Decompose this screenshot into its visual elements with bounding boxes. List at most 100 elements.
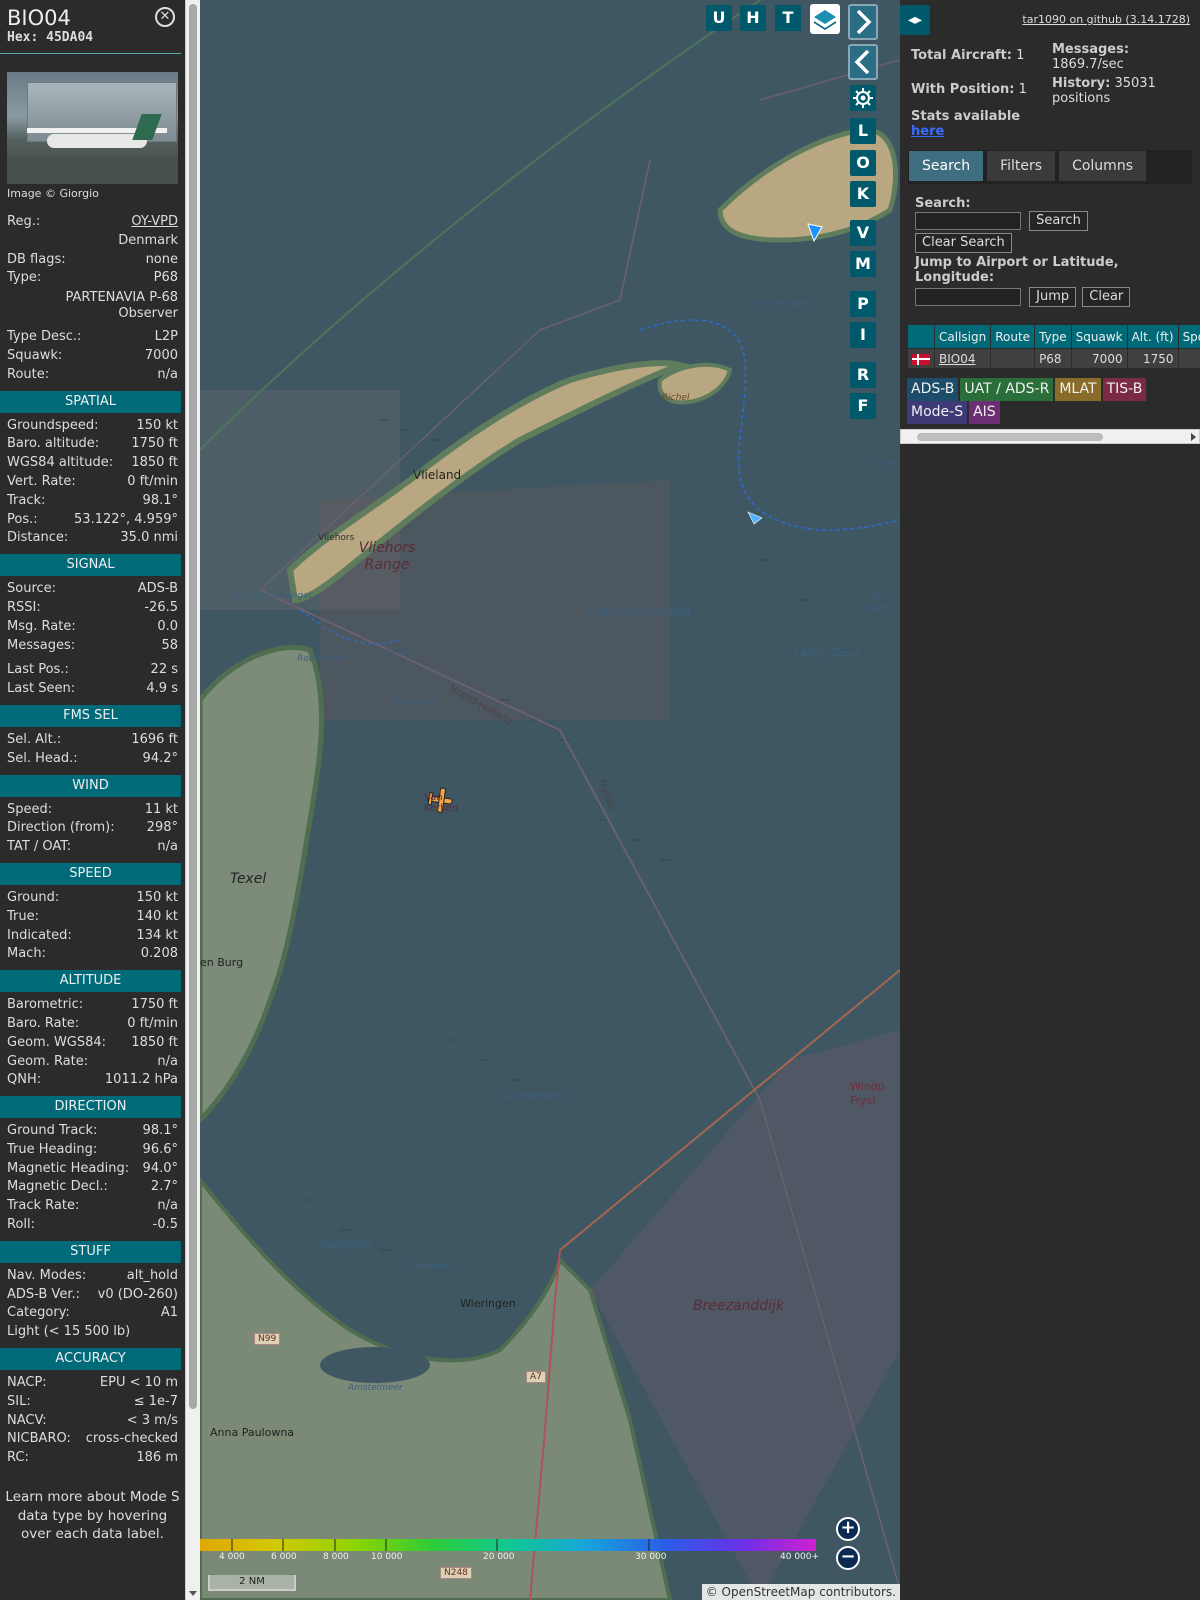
detail-label[interactable]: Mach:: [7, 945, 46, 964]
detail-label[interactable]: Magnetic Decl.:: [7, 1178, 108, 1197]
source-tisb[interactable]: TIS-B: [1102, 378, 1147, 401]
detail-label[interactable]: Vert. Rate:: [7, 473, 76, 492]
search-button[interactable]: Search: [1029, 211, 1088, 231]
detail-label[interactable]: Sel. Head.:: [7, 750, 78, 769]
zoom-out-button[interactable]: −: [836, 1546, 860, 1570]
detail-label[interactable]: Light (< 15 500 lb): [7, 1323, 130, 1342]
detail-label[interactable]: RC:: [7, 1449, 29, 1468]
map-button-i[interactable]: I: [850, 322, 876, 348]
detail-label[interactable]: Last Pos.:: [7, 661, 69, 680]
scroll-down-icon[interactable]: [189, 1591, 197, 1596]
col-flag[interactable]: [907, 324, 935, 349]
map-view[interactable]: Vlieland Vliehors Vliehors Range Waardgr…: [200, 0, 900, 1600]
detail-label[interactable]: QNH:: [7, 1071, 41, 1090]
detail-label[interactable]: SIL:: [7, 1393, 31, 1412]
scrollbar-thumb[interactable]: [189, 4, 197, 1409]
detail-label[interactable]: Distance:: [7, 529, 68, 548]
map-button-r[interactable]: R: [850, 362, 876, 388]
clear-search-button[interactable]: Clear Search: [915, 233, 1012, 253]
zoom-in-button[interactable]: +: [836, 1517, 860, 1541]
detail-label[interactable]: Magnetic Heading:: [7, 1160, 129, 1179]
aircraft-photo[interactable]: [7, 72, 178, 184]
version-link[interactable]: tar1090 on github (3.14.1728): [1022, 13, 1190, 26]
map-button-h[interactable]: H: [740, 5, 766, 31]
clear-jump-button[interactable]: Clear: [1082, 287, 1131, 307]
tab-columns[interactable]: Columns: [1059, 151, 1146, 181]
detail-label[interactable]: True:: [7, 908, 39, 927]
detail-label[interactable]: ADS-B Ver.:: [7, 1286, 80, 1305]
map-button-k[interactable]: K: [850, 181, 876, 207]
detail-label[interactable]: RSSI:: [7, 599, 41, 618]
detail-label[interactable]: Speed:: [7, 801, 52, 820]
table-horizontal-scrollbar[interactable]: [900, 429, 1200, 444]
stats-here-link[interactable]: here: [911, 124, 944, 139]
detail-label[interactable]: Barometric:: [7, 996, 83, 1015]
scrollbar-thumb[interactable]: [917, 433, 1103, 441]
settings-gear-icon[interactable]: [850, 85, 876, 111]
tab-filters[interactable]: Filters: [987, 151, 1056, 181]
detail-label[interactable]: Pos.:: [7, 511, 38, 530]
chevron-right-icon[interactable]: [848, 4, 878, 40]
detail-label[interactable]: WGS84 altitude:: [7, 454, 113, 473]
col-callsign[interactable]: Callsign: [933, 324, 992, 349]
detail-label[interactable]: Groundspeed:: [7, 417, 98, 436]
map-button-f[interactable]: F: [850, 393, 876, 419]
scroll-right-icon[interactable]: [1191, 433, 1196, 441]
map-label-vlieland: Vlieland: [413, 468, 462, 482]
search-input[interactable]: [915, 212, 1021, 230]
table-row[interactable]: BIO04 P68 7000 1750: [907, 348, 1200, 369]
detail-label[interactable]: Direction (from):: [7, 819, 115, 838]
left-panel-scrollbar[interactable]: [185, 0, 200, 1600]
detail-label[interactable]: Track:: [7, 492, 45, 511]
detail-label[interactable]: Indicated:: [7, 927, 72, 946]
type-full: PARTENAVIA P-68 Observer: [65, 290, 178, 322]
detail-label[interactable]: TAT / OAT:: [7, 838, 71, 857]
map-button-l[interactable]: L: [850, 118, 876, 144]
chevron-left-icon[interactable]: [848, 44, 878, 80]
osm-link[interactable]: OpenStreetMap: [722, 1585, 816, 1599]
map-button-t[interactable]: T: [775, 5, 801, 31]
row-callsign[interactable]: BIO04: [939, 352, 976, 366]
detail-label[interactable]: Ground:: [7, 889, 59, 908]
detail-label[interactable]: NACP:: [7, 1374, 47, 1393]
layers-icon[interactable]: [810, 4, 840, 34]
close-icon[interactable]: ✕: [155, 7, 175, 27]
map-button-v[interactable]: V: [850, 220, 876, 246]
detail-label[interactable]: Source:: [7, 580, 56, 599]
registration-link[interactable]: OY-VPD: [131, 213, 178, 232]
detail-label[interactable]: Messages:: [7, 637, 75, 656]
detail-label[interactable]: Geom. WGS84:: [7, 1034, 106, 1053]
col-altitude[interactable]: Alt. (ft): [1126, 324, 1179, 349]
toggle-sidebar-icon[interactable]: ◂▸: [900, 5, 930, 35]
source-mlat[interactable]: MLAT: [1055, 378, 1101, 401]
detail-label[interactable]: Category:: [7, 1304, 70, 1323]
map-button-u[interactable]: U: [706, 5, 732, 31]
col-speed[interactable]: Spd.: [1177, 324, 1200, 349]
detail-label[interactable]: Baro. Rate:: [7, 1015, 79, 1034]
tab-search[interactable]: Search: [909, 151, 984, 181]
detail-label[interactable]: Ground Track:: [7, 1122, 97, 1141]
source-adsb[interactable]: ADS-B: [907, 378, 959, 401]
jump-button[interactable]: Jump: [1029, 287, 1077, 307]
col-route[interactable]: Route: [990, 324, 1036, 349]
detail-label[interactable]: Msg. Rate:: [7, 618, 76, 637]
detail-label[interactable]: Last Seen:: [7, 680, 75, 699]
col-type[interactable]: Type: [1034, 324, 1072, 349]
detail-label[interactable]: NACV:: [7, 1412, 47, 1431]
detail-label[interactable]: NICBARO:: [7, 1430, 71, 1449]
source-ais[interactable]: AIS: [969, 401, 1000, 424]
detail-label[interactable]: Sel. Alt.:: [7, 731, 61, 750]
col-squawk[interactable]: Squawk: [1070, 324, 1128, 349]
detail-label[interactable]: Nav. Modes:: [7, 1267, 86, 1286]
detail-label[interactable]: Roll:: [7, 1216, 35, 1235]
map-button-m[interactable]: M: [850, 251, 876, 277]
source-modes[interactable]: Mode-S: [907, 401, 968, 424]
jump-input[interactable]: [915, 288, 1021, 306]
detail-label[interactable]: Baro. altitude:: [7, 435, 99, 454]
detail-label[interactable]: Geom. Rate:: [7, 1053, 88, 1072]
source-uat[interactable]: UAT / ADS-R: [960, 378, 1054, 401]
detail-label[interactable]: True Heading:: [7, 1141, 97, 1160]
detail-label[interactable]: Track Rate:: [7, 1197, 79, 1216]
map-button-o[interactable]: O: [850, 150, 876, 176]
map-button-p[interactable]: P: [850, 291, 876, 317]
